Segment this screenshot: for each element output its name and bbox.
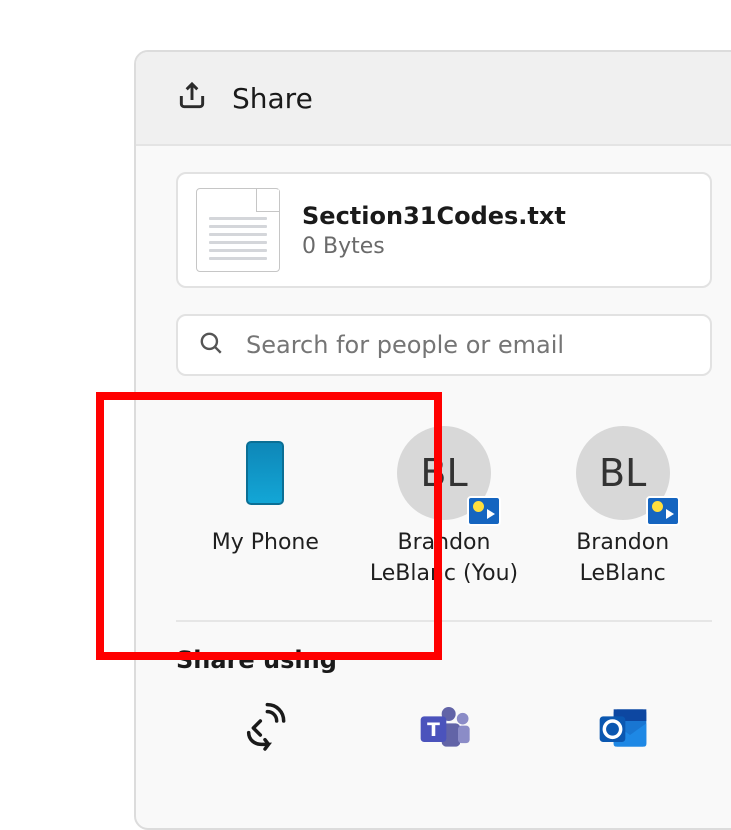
dialog-title: Share [232,82,313,115]
outlook-badge-icon [646,496,680,526]
teams-icon: T [416,700,472,756]
share-using-title: Share using [176,646,712,674]
target-label: My Phone [212,528,319,559]
share-target-brandon-you[interactable]: BL Brandon LeBlanc (You) [355,418,534,590]
file-size: 0 Bytes [302,234,566,259]
search-box[interactable] [176,314,712,376]
file-thumbnail [196,188,280,272]
avatar: BL [397,426,491,520]
svg-text:T: T [427,720,440,741]
search-input[interactable] [246,331,690,359]
app-outlook[interactable] [533,700,712,756]
share-dialog: Share Section31Codes.txt 0 Bytes My Phon… [134,50,731,830]
file-info: Section31Codes.txt 0 Bytes [302,202,566,259]
phone-icon [246,441,284,505]
share-apps-row: T [176,700,712,756]
share-target-brandon[interactable]: BL Brandon LeBlanc [533,418,712,590]
nearby-sharing-icon [237,700,293,756]
search-icon [198,330,224,360]
app-nearby-sharing[interactable] [176,700,355,756]
share-targets-row: My Phone BL Brandon LeBlanc (You) BL [176,418,712,590]
target-label: Brandon LeBlanc [533,528,712,590]
outlook-badge-icon [467,496,501,526]
avatar: BL [576,426,670,520]
app-microsoft-teams[interactable]: T [355,700,534,756]
share-icon [176,80,208,116]
avatar-initials: BL [420,451,467,495]
share-target-my-phone[interactable]: My Phone [176,418,355,590]
file-card[interactable]: Section31Codes.txt 0 Bytes [176,172,712,288]
divider [176,620,712,622]
dialog-body: Section31Codes.txt 0 Bytes My Phone BL [136,146,731,756]
dialog-header: Share [136,52,731,146]
file-name: Section31Codes.txt [302,202,566,230]
target-label: Brandon LeBlanc (You) [355,528,534,590]
outlook-icon [595,700,651,756]
avatar-initials: BL [599,451,646,495]
